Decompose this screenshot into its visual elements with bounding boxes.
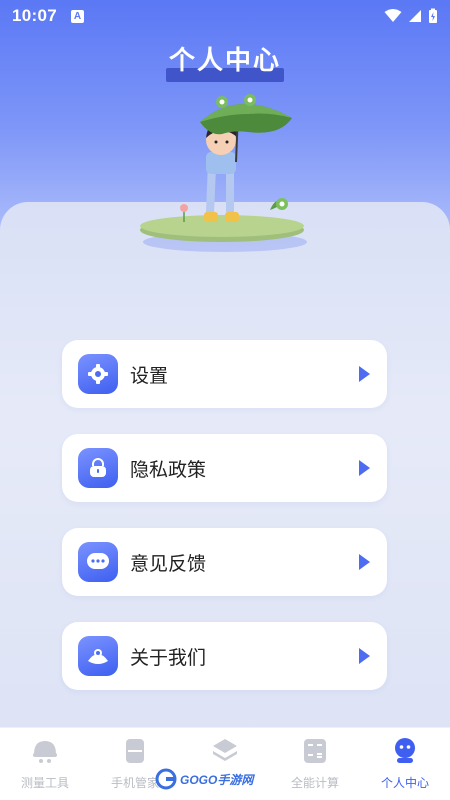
chevron-right-icon (359, 460, 370, 476)
tab-label-phone-manager: 手机管家 (110, 776, 159, 790)
girl-umbrella-illustration (140, 94, 307, 252)
helmet-icon (33, 741, 57, 763)
tab-measure-tools[interactable]: 测量工具 (0, 728, 90, 800)
user-icon (395, 738, 415, 763)
menu-item-feedback[interactable]: 意见反馈 (62, 528, 387, 596)
watermark: GOGO手游网 (155, 768, 253, 790)
tab-label-profile: 个人中心 (380, 776, 429, 790)
signal-icon (409, 10, 421, 22)
menu-label-about-us: 关于我们 (130, 647, 207, 669)
notification-icon: A (70, 9, 84, 23)
tab-label-calculator: 全能计算 (290, 776, 339, 790)
chat-bubble-icon (78, 542, 118, 582)
phone-icon (126, 739, 144, 763)
menu-item-about-us[interactable]: 关于我们 (62, 622, 387, 690)
layers-icon (213, 739, 237, 761)
menu-label-feedback: 意见反馈 (130, 553, 207, 575)
tab-profile[interactable]: 个人中心 (360, 728, 450, 800)
watermark-text: GOGO手游网 (180, 772, 254, 787)
menu-item-settings[interactable]: 设置 (62, 340, 387, 408)
wifi-icon (384, 9, 402, 22)
chevron-right-icon (359, 648, 370, 664)
info-person-icon (78, 636, 118, 676)
gear-icon (78, 354, 118, 394)
status-time: 10:07 (12, 6, 57, 25)
chevron-right-icon (359, 366, 370, 382)
menu-label-settings: 设置 (130, 365, 169, 387)
status-bar: 10:07 A (0, 0, 450, 32)
watermark-logo-icon (155, 768, 177, 790)
status-indicators (384, 8, 438, 24)
calculator-icon (304, 739, 326, 763)
menu-item-privacy-policy[interactable]: 隐私政策 (62, 434, 387, 502)
page-title: 个人中心 (168, 45, 281, 75)
chevron-right-icon (359, 554, 370, 570)
battery-icon (429, 8, 437, 23)
tab-label-measure-tools: 测量工具 (20, 776, 69, 790)
lock-icon (78, 448, 118, 488)
menu-label-privacy-policy: 隐私政策 (130, 459, 207, 481)
tab-calculator[interactable]: 全能计算 (270, 728, 360, 800)
